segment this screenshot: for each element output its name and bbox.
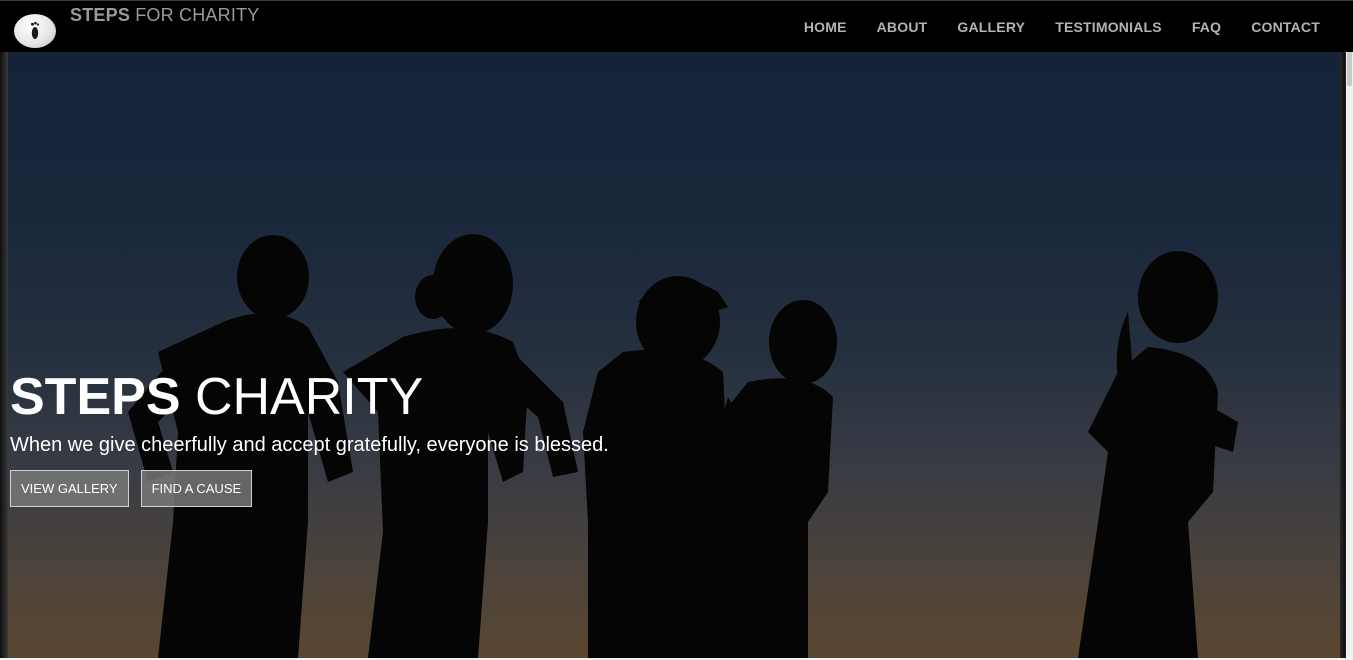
hero-background-image <box>8 52 1340 658</box>
hero-tagline: When we give cheerfully and accept grate… <box>10 434 609 456</box>
brand-name[interactable]: STEPS FOR CHARITY <box>70 5 259 26</box>
brand-name-bold: STEPS <box>70 5 131 25</box>
nav-item-about[interactable]: ABOUT <box>877 19 928 35</box>
page-scrollbar[interactable] <box>1346 52 1353 658</box>
hero-section: STEPS CHARITY When we give cheerfully an… <box>0 52 1353 658</box>
brand[interactable]: STEPS FOR CHARITY <box>14 5 259 48</box>
hero-frame-left <box>0 52 8 658</box>
nav-item-faq[interactable]: FAQ <box>1192 19 1221 35</box>
nav-item-gallery[interactable]: GALLERY <box>957 19 1025 35</box>
nav-item-testimonials[interactable]: TESTIMONIALS <box>1055 19 1162 35</box>
nav-menu: HOME ABOUT GALLERY TESTIMONIALS FAQ CONT… <box>774 19 1320 35</box>
hero-buttons: VIEW GALLERY FIND A CAUSE <box>10 470 609 507</box>
hero-title-bold: STEPS <box>10 368 181 426</box>
nav-item-contact[interactable]: CONTACT <box>1251 19 1320 35</box>
runners-silhouette-image <box>128 234 1238 658</box>
scrollbar-thumb[interactable] <box>1347 52 1352 86</box>
hero-title-rest: CHARITY <box>194 368 424 426</box>
view-gallery-button[interactable]: VIEW GALLERY <box>10 470 129 507</box>
nav-item-home[interactable]: HOME <box>804 19 847 35</box>
hero-title: STEPS CHARITY <box>10 368 609 426</box>
hero-content: STEPS CHARITY When we give cheerfully an… <box>10 368 609 507</box>
find-a-cause-button[interactable]: FIND A CAUSE <box>140 470 253 507</box>
page: STEPS FOR CHARITY HOME ABOUT GALLERY TES… <box>0 0 1353 660</box>
brand-name-rest: FOR CHARITY <box>135 5 260 25</box>
footprint-icon[interactable] <box>14 14 56 48</box>
top-navbar: STEPS FOR CHARITY HOME ABOUT GALLERY TES… <box>0 0 1353 52</box>
